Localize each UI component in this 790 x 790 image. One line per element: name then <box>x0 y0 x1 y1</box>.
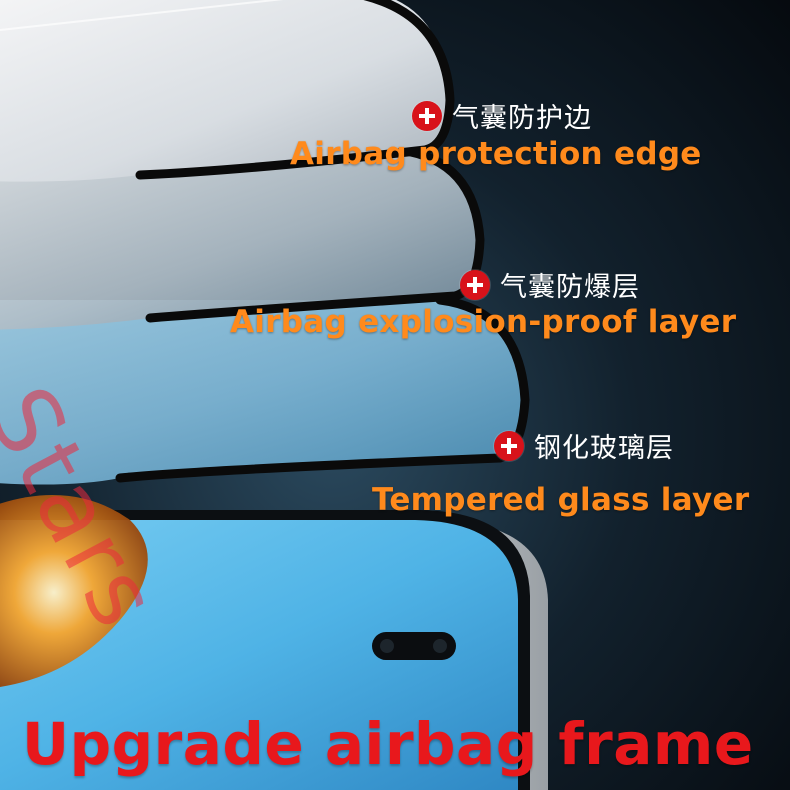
plus-circle-icon <box>460 269 490 300</box>
callout-label-en: Airbag protection edge <box>290 136 702 172</box>
headline: Upgrade airbag frame <box>22 710 754 778</box>
plus-circle-icon <box>412 100 442 131</box>
callout-label-en: Airbag explosion-proof layer <box>230 304 737 340</box>
camera-lens-1 <box>380 639 394 653</box>
camera-lens-2 <box>433 639 447 653</box>
callout-tempered-glass: 钢化玻璃层 <box>494 426 674 465</box>
callout-protection-edge: 气囊防护边 <box>412 96 592 135</box>
callout-explosion-proof: 气囊防爆层 <box>460 265 640 304</box>
callout-label-en: Tempered glass layer <box>372 482 750 518</box>
callout-label-cn: 钢化玻璃层 <box>534 433 674 464</box>
callout-label-cn: 气囊防护边 <box>452 103 592 134</box>
plus-circle-icon <box>494 430 524 461</box>
callout-label-cn: 气囊防爆层 <box>500 272 640 303</box>
layered-screen-protector-illustration <box>0 0 790 790</box>
